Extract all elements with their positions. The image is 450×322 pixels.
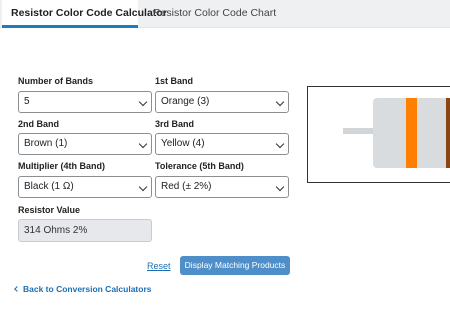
resistor-preview	[307, 86, 450, 183]
resistor-value-label: Resistor Value	[18, 205, 81, 215]
reset-link[interactable]: Reset	[147, 261, 171, 271]
resistor-value-field: 314 Ohms 2%	[18, 219, 152, 242]
chevron-down-icon	[275, 182, 285, 192]
band2-label: 2nd Band	[18, 119, 60, 129]
resistor-band-2	[446, 98, 450, 168]
tab-resistor-color-code-chart[interactable]: Resistor Color Code Chart	[144, 0, 285, 28]
number-of-bands-label: Number of Bands	[18, 76, 94, 86]
chevron-down-icon	[275, 97, 285, 107]
resistor-band-1	[406, 98, 417, 168]
band2-value: Brown (1)	[24, 138, 68, 149]
number-of-bands-select[interactable]: 5	[18, 91, 152, 113]
number-of-bands-value: 5	[24, 96, 30, 107]
band3-select[interactable]: Yellow (4)	[155, 133, 289, 155]
back-to-conversion-calculators-link[interactable]: Back to Conversion Calculators	[14, 284, 152, 294]
chevron-left-icon	[14, 286, 20, 292]
display-matching-products-button[interactable]: Display Matching Products	[180, 256, 290, 275]
multiplier-label: Multiplier (4th Band)	[18, 161, 105, 171]
tolerance-label: Tolerance (5th Band)	[155, 161, 244, 171]
tab-bar: Resistor Color Code Calculator Resistor …	[0, 0, 450, 28]
band1-select[interactable]: Orange (3)	[155, 91, 289, 113]
tolerance-select[interactable]: Red (± 2%)	[155, 176, 289, 198]
band2-select[interactable]: Brown (1)	[18, 133, 152, 155]
band1-value: Orange (3)	[161, 96, 210, 107]
multiplier-select[interactable]: Black (1 Ω)	[18, 176, 152, 198]
tolerance-value: Red (± 2%)	[161, 181, 212, 192]
band3-value: Yellow (4)	[161, 138, 205, 149]
chevron-down-icon	[138, 182, 148, 192]
chevron-down-icon	[138, 139, 148, 149]
tab-resistor-color-code-calculator[interactable]: Resistor Color Code Calculator	[2, 0, 167, 28]
chevron-down-icon	[275, 139, 285, 149]
multiplier-value: Black (1 Ω)	[24, 181, 74, 192]
back-link-label: Back to Conversion Calculators	[23, 284, 152, 294]
band1-label: 1st Band	[155, 76, 194, 86]
band3-label: 3rd Band	[155, 119, 195, 129]
chevron-down-icon	[138, 97, 148, 107]
